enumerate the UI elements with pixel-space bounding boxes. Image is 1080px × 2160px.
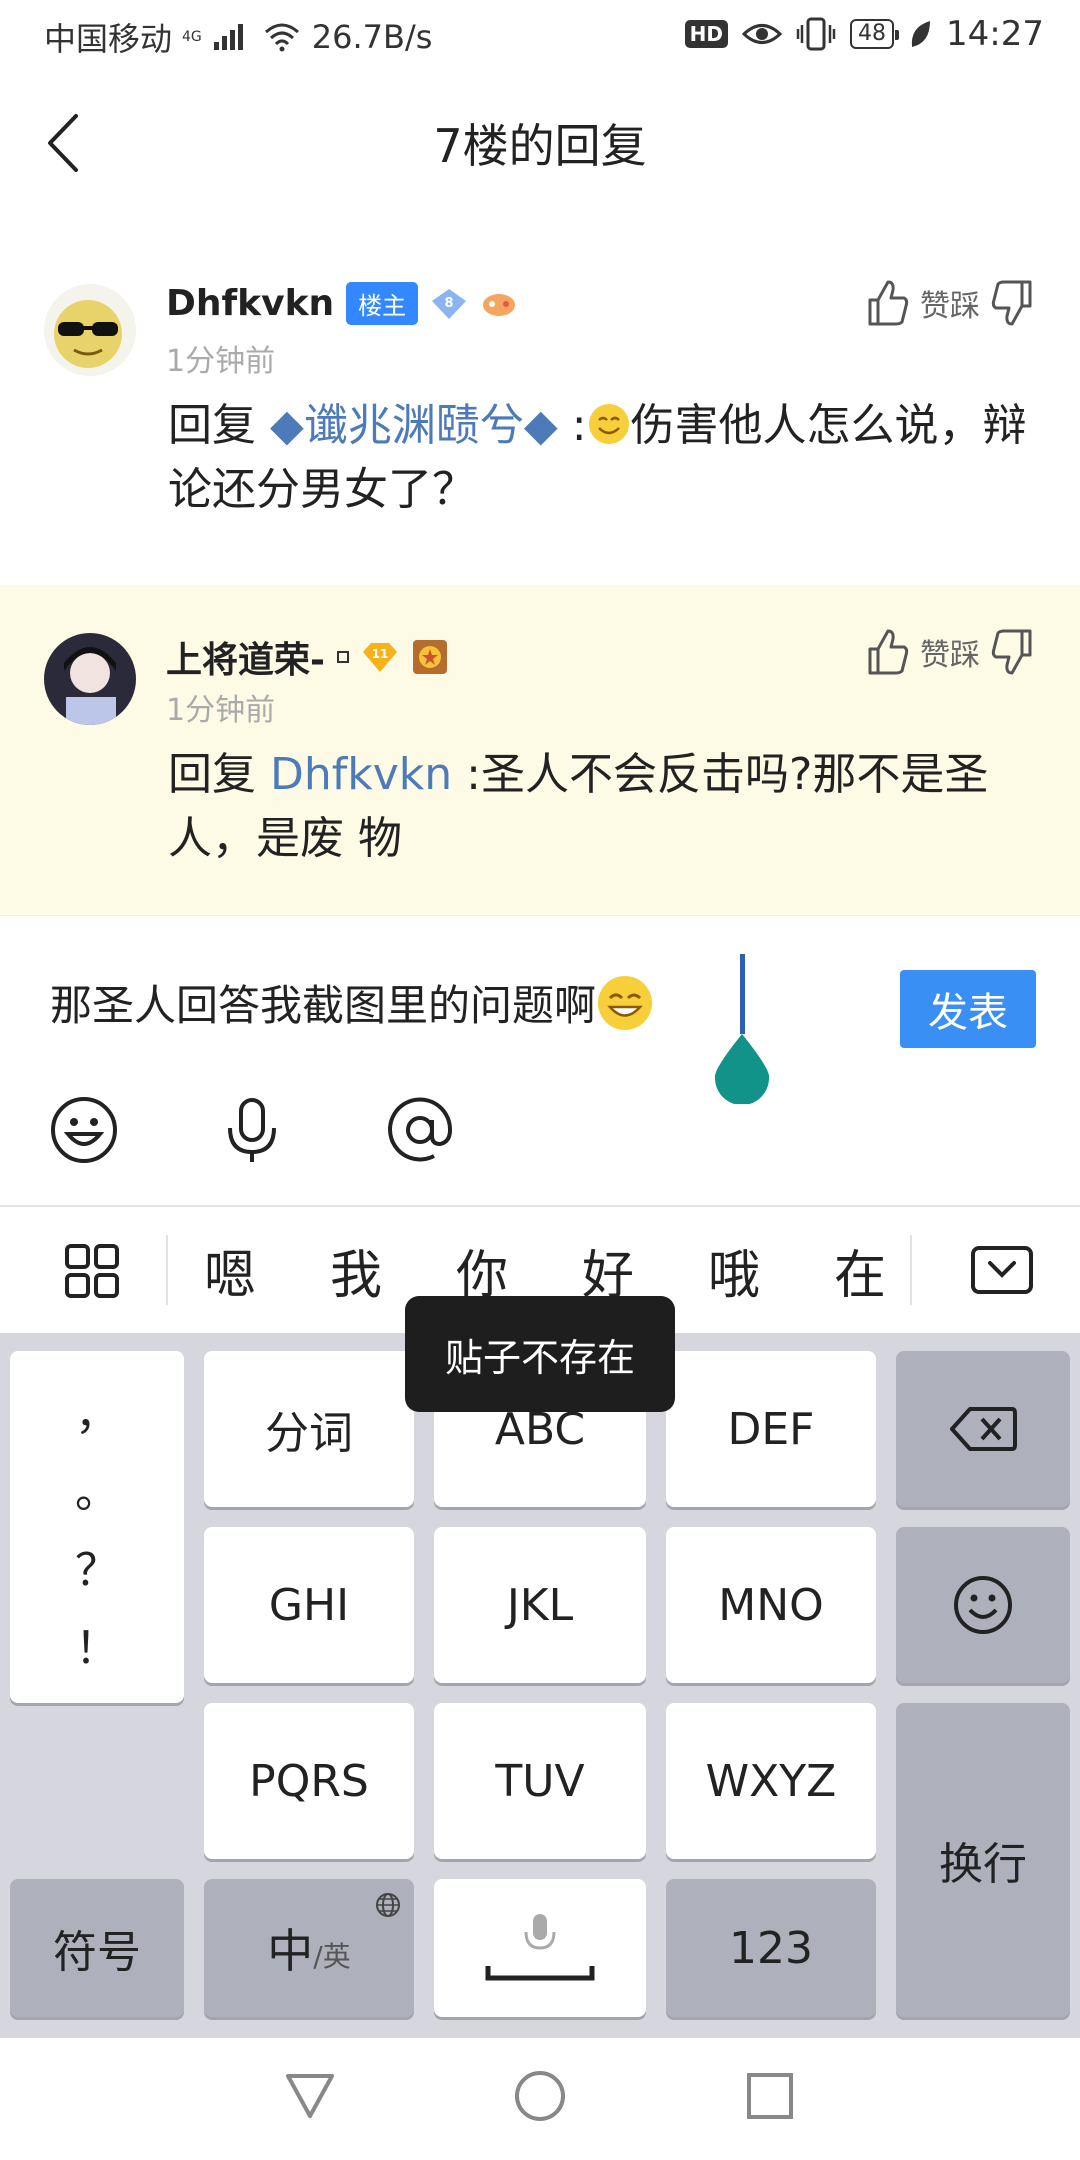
- status-bar: 中国移动 4G 26.7B/s HD 48 14:27: [0, 0, 1080, 72]
- recents-square-icon[interactable]: [742, 2068, 798, 2124]
- small-square-icon: [336, 651, 349, 663]
- game-controller-icon: [483, 293, 516, 316]
- hd-badge: HD: [684, 20, 729, 48]
- signal-icon: [213, 24, 243, 50]
- symbols-key[interactable]: 符号: [10, 1879, 184, 2017]
- vote-label: 赞踩: [920, 638, 980, 673]
- thumb-down-icon[interactable]: [990, 627, 1036, 677]
- enter-key[interactable]: 换行: [896, 1703, 1070, 2017]
- post-time: 1分钟前: [166, 344, 276, 379]
- microphone-icon[interactable]: [216, 1094, 288, 1166]
- system-nav-bar: [0, 2038, 1080, 2160]
- network-speed: 26.7B/s: [311, 18, 433, 56]
- candidate-word[interactable]: 在: [834, 1233, 886, 1308]
- mention-link[interactable]: ◆谶兆渊赜兮◆: [270, 400, 558, 451]
- divider: [910, 1235, 912, 1305]
- smile-emoji-icon: [588, 404, 629, 444]
- battery-indicator: 48: [850, 19, 900, 49]
- mention-link[interactable]: Dhfkvkn: [270, 749, 452, 800]
- candidate-word[interactable]: 嗯: [204, 1233, 256, 1308]
- key-wxyz[interactable]: WXYZ: [666, 1703, 876, 1859]
- lang-alt: /英: [313, 1940, 351, 1973]
- thumb-down-icon[interactable]: [990, 278, 1036, 328]
- key-mno[interactable]: MNO: [666, 1527, 876, 1683]
- vibrate-icon: [796, 17, 836, 51]
- laugh-emoji-icon: [598, 975, 653, 1030]
- reply-input-text: 那圣人回答我截图里的问题啊: [50, 981, 597, 1030]
- back-triangle-icon[interactable]: [282, 2068, 338, 2124]
- backspace-icon: [950, 1407, 1017, 1451]
- key-ghi[interactable]: GHI: [204, 1527, 414, 1683]
- svg-text:11: 11: [372, 647, 389, 661]
- home-circle-icon[interactable]: [512, 2068, 568, 2124]
- number-key[interactable]: 123: [666, 1879, 876, 2017]
- at-mention-icon[interactable]: [384, 1094, 456, 1166]
- post-button[interactable]: 发表: [900, 970, 1036, 1048]
- page-title: 7楼的回复: [433, 119, 647, 173]
- avatar[interactable]: [44, 284, 136, 376]
- key-fenci[interactable]: 分词: [204, 1351, 414, 1507]
- medal-icon: [412, 640, 447, 674]
- nav-bar: 7楼的回复: [0, 72, 1080, 212]
- level-badge-icon: 11: [362, 643, 397, 672]
- reply-prefix: 回复: [168, 749, 256, 800]
- network-type: 4G: [182, 29, 202, 45]
- level-badge-icon: 8: [432, 288, 467, 319]
- avatar[interactable]: [44, 633, 136, 725]
- smiley-icon: [954, 1576, 1012, 1634]
- candidate-word[interactable]: 哦: [708, 1233, 760, 1308]
- reply-text: 回复 ◆谶兆渊赜兮◆ : 伤害他人怎么说，辩论还分男女了？: [168, 394, 1036, 522]
- key-jkl[interactable]: JKL: [434, 1527, 646, 1683]
- punct-exclaim[interactable]: ！: [75, 1612, 119, 1676]
- composer-toolbar: [0, 1094, 1080, 1184]
- text-caret: [740, 954, 745, 1034]
- grid-menu-icon[interactable]: [64, 1243, 120, 1299]
- wifi-icon: [264, 23, 299, 52]
- reply-item[interactable]: Dhfkvkn 楼主 8 1分钟前 赞踩 回复 ◆谶兆渊赜兮◆ : 伤害他人怎么说…: [0, 230, 1080, 585]
- emoji-icon[interactable]: [48, 1094, 120, 1166]
- keyboard-collapse-icon[interactable]: [970, 1245, 1034, 1295]
- colon: :: [466, 749, 481, 800]
- reply-item[interactable]: 上将道荣- 11 1分钟前 赞踩 回复 Dhfkvkn :圣人不会反击吗?那不是…: [0, 585, 1080, 915]
- space-key[interactable]: [434, 1879, 646, 2017]
- key-tuv[interactable]: TUV: [434, 1703, 646, 1859]
- username[interactable]: Dhfkvkn: [166, 283, 334, 324]
- punctuation-key[interactable]: ， 。 ？ ！: [10, 1351, 184, 1703]
- lang-main: 中: [267, 1924, 314, 1978]
- username[interactable]: 上将道荣-: [166, 631, 325, 683]
- emoji-key[interactable]: [896, 1527, 1070, 1683]
- eye-icon: [742, 24, 783, 44]
- language-switch-key[interactable]: 中 /英: [204, 1879, 414, 2017]
- candidate-word[interactable]: 我: [330, 1233, 382, 1308]
- space-mic-icon: [485, 1914, 595, 1981]
- clock: 14:27: [946, 14, 1044, 54]
- punct-period[interactable]: 。: [75, 1456, 119, 1520]
- owner-badge: 楼主: [346, 282, 419, 325]
- vote-control[interactable]: 赞踩: [864, 627, 1036, 677]
- thumb-up-icon[interactable]: [864, 627, 910, 677]
- toast-message: 贴子不存在: [405, 1296, 675, 1412]
- reply-composer: 那圣人回答我截图里的问题啊 发表: [0, 915, 1080, 1205]
- reply-prefix: 回复: [168, 400, 256, 451]
- divider: [166, 1235, 168, 1305]
- key-pqrs[interactable]: PQRS: [204, 1703, 414, 1859]
- leaf-icon: [911, 21, 931, 47]
- key-def[interactable]: DEF: [666, 1351, 876, 1507]
- thumb-up-icon[interactable]: [864, 278, 910, 328]
- vote-control[interactable]: 赞踩: [864, 278, 1036, 328]
- reply-text: 回复 Dhfkvkn :圣人不会反击吗?那不是圣人，是废 物: [168, 743, 1036, 871]
- post-time: 1分钟前: [166, 693, 276, 728]
- carrier-label: 中国移动: [44, 20, 173, 58]
- backspace-key[interactable]: [896, 1351, 1070, 1507]
- colon: :: [571, 400, 587, 451]
- globe-icon: [376, 1893, 400, 1917]
- vote-label: 赞踩: [920, 289, 980, 324]
- punct-comma[interactable]: ，: [75, 1378, 119, 1442]
- punct-question[interactable]: ？: [75, 1534, 119, 1598]
- keyboard: ， 。 ？ ！ 分词 ABC DEF GHI JKL MNO PQRS TUV …: [0, 1333, 1080, 2038]
- svg-text:8: 8: [445, 296, 454, 311]
- reply-input[interactable]: 那圣人回答我截图里的问题啊: [50, 972, 654, 1033]
